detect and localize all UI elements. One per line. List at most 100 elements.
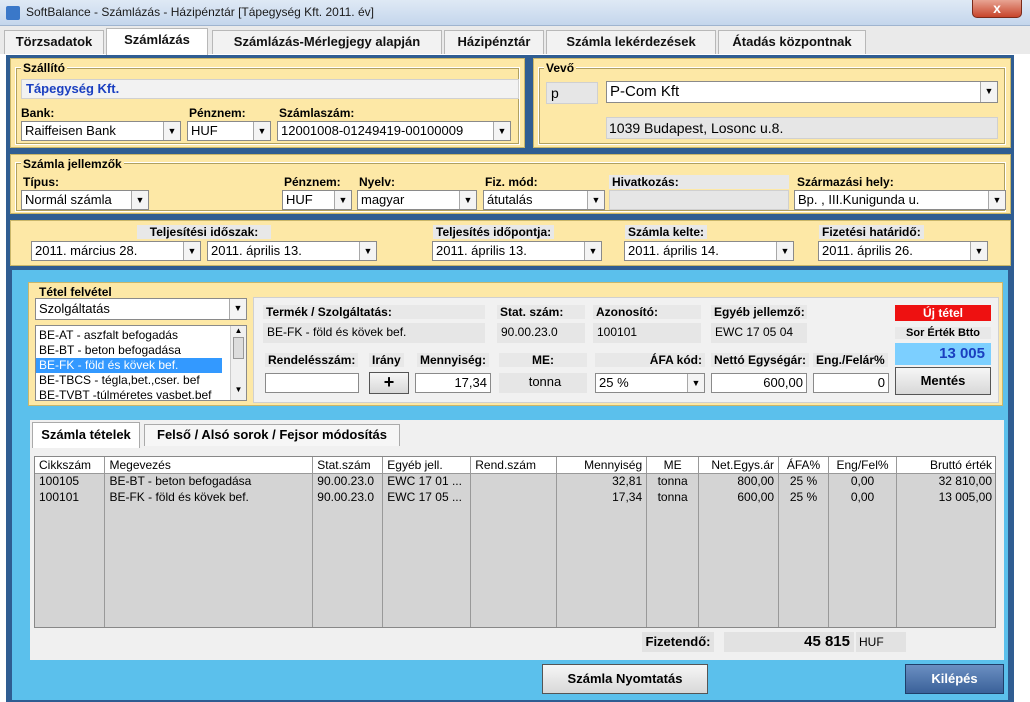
items-table[interactable]: Cikkszám Megevezés Stat.szám Egyéb jell.… (34, 456, 996, 628)
mentes-button[interactable]: Mentés (895, 367, 991, 395)
eng-input[interactable]: 0 (813, 373, 889, 393)
vevo-code[interactable]: p (546, 82, 598, 104)
tab-atadas[interactable]: Átadás központnak (718, 30, 866, 54)
table-row[interactable]: 100101 BE-FK - föld és kövek bef. 90.00.23… (35, 489, 995, 505)
list-item[interactable]: BE-TBCS - tégla,bet.,cser. bef (36, 373, 246, 388)
netto-input[interactable]: 600,00 (711, 373, 807, 393)
list-item[interactable]: BE-BT - beton befogadása (36, 343, 246, 358)
table-cell[interactable] (470, 489, 558, 505)
table-cell[interactable]: tonna (646, 489, 700, 505)
list-item-selected[interactable]: BE-FK - föld és kövek bef. (36, 358, 222, 373)
table-cell[interactable]: 32,81 (556, 473, 648, 489)
print-button[interactable]: Számla Nyomtatás (542, 664, 708, 694)
col-cikkszam[interactable]: Cikkszám (35, 457, 106, 474)
bank-label: Bank: (21, 106, 55, 120)
table-cell[interactable]: 0,00 (828, 473, 897, 489)
exit-button[interactable]: Kilépés (905, 664, 1004, 694)
tab-szamlazas[interactable]: Számlázás (106, 28, 208, 55)
penznem-select[interactable]: HUF ▼ (187, 121, 271, 141)
tab-lekerdezesek[interactable]: Számla lekérdezések (546, 30, 716, 54)
tab-szamla-tetelek[interactable]: Számla tételek (32, 422, 140, 448)
table-cell[interactable]: 800,00 (698, 473, 780, 489)
tab-merlegjegy[interactable]: Számlázás-Mérlegjegy alapján (212, 30, 442, 54)
jell-penznem-select[interactable]: HUF ▼ (282, 190, 352, 210)
table-cell[interactable]: 600,00 (698, 489, 780, 505)
table-row[interactable]: 100105 BE-BT - beton befogadása 90.00.23.0… (35, 473, 995, 489)
col-rend[interactable]: Rend.szám (470, 457, 558, 474)
col-brutto[interactable]: Bruttó érték (896, 457, 995, 474)
tab-felso-also[interactable]: Felső / Alsó sorok / Fejsor módosítás (144, 424, 400, 446)
table-cell[interactable]: EWC 17 05 ... (382, 489, 472, 505)
col-afa[interactable]: ÁFA% (778, 457, 830, 474)
fizetendo-label: Fizetendő: (642, 632, 714, 652)
bank-select[interactable]: Raiffeisen Bank ▼ (21, 121, 181, 141)
col-netto[interactable]: Net.Egys.ár (698, 457, 780, 474)
nyelv-select[interactable]: magyar ▼ (357, 190, 477, 210)
hatarido-date[interactable]: 2011. április 26. ▼ (818, 241, 988, 261)
chevron-down-icon: ▼ (131, 191, 148, 209)
szamlaszam-select[interactable]: 12001008-01249419-00100009 ▼ (277, 121, 511, 141)
list-scrollbar[interactable]: ▲ ▼ (230, 326, 246, 400)
col-me[interactable]: ME (646, 457, 700, 474)
stat-value: 90.00.23.0 (497, 323, 585, 343)
table-cell[interactable]: tonna (646, 473, 700, 489)
afa-select[interactable]: 25 % ▼ (595, 373, 705, 393)
scroll-up-icon: ▲ (234, 326, 243, 335)
col-eng[interactable]: Eng/Fel% (828, 457, 897, 474)
table-cell[interactable]: BE-BT - beton befogadása (104, 473, 314, 489)
telj-from-date[interactable]: 2011. március 28. ▼ (31, 241, 201, 261)
table-cell[interactable]: 100105 (35, 473, 106, 489)
tetel-panel: Tétel felvétel Szolgáltatás ▼ BE-AT - asz… (28, 282, 1003, 406)
rend-label: Rendelésszám: (265, 353, 359, 367)
rend-input[interactable] (265, 373, 359, 393)
table-cell[interactable]: 0,00 (828, 489, 897, 505)
fiz-select[interactable]: átutalás ▼ (483, 190, 605, 210)
table-cell[interactable]: 32 810,00 (896, 473, 995, 489)
table-cell[interactable]: EWC 17 01 ... (382, 473, 472, 489)
window-title: SoftBalance - Számlázás - Házipénztár [T… (26, 5, 374, 19)
telj-to-date[interactable]: 2011. április 13. ▼ (207, 241, 377, 261)
category-select[interactable]: Szolgáltatás ▼ (35, 298, 247, 320)
hatarido-label: Fizetési határidő: (819, 225, 924, 239)
kelte-date[interactable]: 2011. április 14. ▼ (624, 241, 794, 261)
jellemzok-title: Számla jellemzők (21, 157, 124, 171)
col-stat[interactable]: Stat.szám (312, 457, 384, 474)
empty-row (35, 569, 995, 585)
table-cell[interactable]: 90.00.23.0 (312, 489, 384, 505)
chevron-down-icon: ▼ (163, 122, 180, 140)
col-menny[interactable]: Mennyiség (556, 457, 648, 474)
irany-button[interactable]: + (369, 372, 409, 394)
tetel-title: Tétel felvétel (39, 285, 112, 299)
table-cell[interactable]: 13 005,00 (896, 489, 995, 505)
szarm-select[interactable]: Bp. , III.Kunigunda u. ▼ (794, 190, 1006, 210)
list-item[interactable]: BE-AT - aszfalt befogadás (36, 328, 246, 343)
table-cell[interactable]: 90.00.23.0 (312, 473, 384, 489)
tab-hazipenztar[interactable]: Házipénztár (444, 30, 544, 54)
chevron-down-icon: ▼ (459, 191, 476, 209)
empty-row (35, 617, 995, 627)
tab-torzsadatok[interactable]: Törzsadatok (4, 30, 104, 54)
tipus-select[interactable]: Normál számla ▼ (21, 190, 149, 210)
uj-tetel-badge[interactable]: Új tétel (895, 305, 991, 321)
chevron-down-icon: ▼ (334, 191, 351, 209)
telj-idopont-label: Teljesítés időpontja: (433, 225, 555, 239)
item-list[interactable]: BE-AT - aszfalt befogadás BE-BT - beton … (35, 325, 247, 401)
termek-value: BE-FK - föld és kövek bef. (263, 323, 485, 343)
table-cell[interactable]: 25 % (778, 473, 830, 489)
menny-input[interactable]: 17,34 (415, 373, 491, 393)
hivatkozas-field[interactable] (609, 190, 789, 210)
col-egyeb[interactable]: Egyéb jell. (382, 457, 472, 474)
telj-idopont-date[interactable]: 2011. április 13. ▼ (432, 241, 602, 261)
table-cell[interactable] (470, 473, 558, 489)
fiz-label: Fiz. mód: (485, 175, 538, 189)
close-button[interactable]: x (972, 0, 1022, 18)
table-cell[interactable]: BE-FK - föld és kövek bef. (104, 489, 314, 505)
chevron-down-icon: ▼ (687, 374, 704, 392)
table-cell[interactable]: 25 % (778, 489, 830, 505)
col-megnevezes[interactable]: Megevezés (104, 457, 314, 474)
table-cell[interactable]: 17,34 (556, 489, 648, 505)
list-item[interactable]: BE-TVBT -túlméretes vasbet.bef (36, 388, 246, 400)
table-cell[interactable]: 100101 (35, 489, 106, 505)
vevo-select[interactable]: P-Com Kft ▼ (606, 81, 998, 103)
menny-label: Mennyiség: (417, 353, 490, 367)
